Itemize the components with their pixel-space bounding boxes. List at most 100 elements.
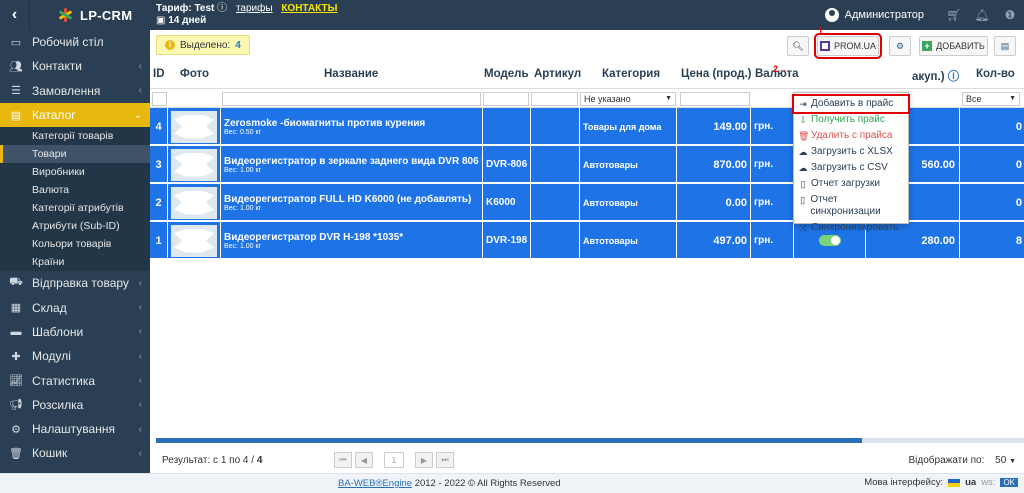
menu-item-label: Загрузить с XLSX xyxy=(811,146,893,157)
result-total: 4 xyxy=(256,455,263,466)
col-qty[interactable]: Кол-во xyxy=(976,68,1015,80)
language-code[interactable]: ua xyxy=(965,477,976,488)
info-icon[interactable]: ⓘ xyxy=(217,3,227,14)
sidebar-subitem-attributes[interactable]: Атрибути (Sub-ID) xyxy=(0,217,150,236)
filter-qty[interactable]: Все ▼ xyxy=(962,92,1020,106)
sidebar-subitem-currency[interactable]: Валюта xyxy=(0,181,150,200)
col-name[interactable]: Название xyxy=(324,68,378,80)
row-photo[interactable] xyxy=(168,222,221,259)
filter-model[interactable] xyxy=(483,92,529,106)
info-icon: i xyxy=(165,40,175,50)
brand-link[interactable]: BA-WEB®Engine xyxy=(338,478,412,489)
sidebar-item-catalog[interactable]: ▤ Каталог ⌄ xyxy=(0,102,150,128)
sidebar-item-label: Каталог xyxy=(32,108,76,123)
sidebar-subitem-products[interactable]: Товари xyxy=(0,145,150,164)
col-buy-price[interactable]: акуп.) ⓘ xyxy=(912,68,959,84)
row-qty: 0 xyxy=(1015,196,1022,209)
cart-icon[interactable]: 🛒︎ xyxy=(940,8,968,22)
product-weight: Вес: 1.00 кг xyxy=(224,242,262,250)
add-button[interactable]: + ДОБАВИТЬ xyxy=(919,36,988,56)
settings-button[interactable]: ⚙ xyxy=(889,36,911,56)
row-name[interactable]: Видеорегистратор DVR H-198 *1035* Вес: 1.… xyxy=(221,222,483,259)
filter-article[interactable] xyxy=(531,92,578,106)
prom-ua-button[interactable]: PROM.UA xyxy=(814,33,882,59)
col-article[interactable]: Артикул xyxy=(534,68,581,80)
next-page-button[interactable]: ▶ xyxy=(415,452,433,468)
row-name[interactable]: Zerosmoke -биомагниты против курения Вес:… xyxy=(221,108,483,145)
row-photo[interactable] xyxy=(168,108,221,145)
sidebar-item-warehouse[interactable]: ▦ Склад ‹ xyxy=(0,295,150,319)
chevron-left-icon: ‹ xyxy=(138,85,142,97)
col-photo[interactable]: Фото xyxy=(180,68,209,80)
menu-item-synchronize[interactable]: ⤨ Синхронизировать xyxy=(794,220,908,236)
row-article xyxy=(531,222,580,259)
sidebar-item-desktop[interactable]: ▭ Робочий стіл xyxy=(0,30,150,54)
filter-price[interactable] xyxy=(680,92,750,106)
back-button[interactable]: ‹ xyxy=(0,0,30,30)
scrollbar-thumb[interactable] xyxy=(156,438,862,443)
export-button[interactable]: ▤ xyxy=(994,36,1016,56)
sync-toggle[interactable] xyxy=(818,235,841,246)
col-id[interactable]: ID xyxy=(153,68,165,80)
sidebar-subitem-colors[interactable]: Кольори товарів xyxy=(0,235,150,254)
search-button[interactable]: 🔍︎ xyxy=(787,36,809,56)
first-page-button[interactable]: ⏮ xyxy=(334,452,352,468)
menu-item-upload-report[interactable]: ▯ Отчет загрузки xyxy=(794,176,908,192)
tariffs-link[interactable]: тарифы xyxy=(236,3,273,14)
prom-logo-icon xyxy=(819,41,830,51)
sidebar-subitem-countries[interactable]: Країни xyxy=(0,253,150,272)
sidebar-item-label: Шаблони xyxy=(32,324,84,339)
col-category[interactable]: Категория xyxy=(602,68,660,80)
document-icon: ▤ xyxy=(1000,40,1010,51)
menu-item-label: Отчет загрузки xyxy=(811,178,880,189)
sidebar-item-trash[interactable]: 🗑︎ Кошик ‹ xyxy=(0,441,150,465)
chevron-left-icon: ‹ xyxy=(138,399,142,411)
col-price[interactable]: Цена (прод.) xyxy=(681,68,751,80)
prev-page-button[interactable]: ◀ xyxy=(355,452,373,468)
logo[interactable]: LP-CRM xyxy=(58,0,132,30)
menu-item-upload-xlsx[interactable]: ☁ Загрузить с XLSX xyxy=(794,144,908,160)
filter-category[interactable]: Не указано ▼ xyxy=(580,92,676,106)
sidebar-subitem-categories[interactable]: Категорії товарів xyxy=(0,127,150,146)
menu-item-label: Получить прайс xyxy=(811,114,885,125)
row-name[interactable]: Видеорегистратор FULL HD K6000 (не добав… xyxy=(221,184,483,221)
menu-item-sync-report[interactable]: ▯ Отчет синхронизации xyxy=(794,192,908,220)
ukraine-flag-icon[interactable] xyxy=(948,478,961,487)
user-menu[interactable]: Администратор xyxy=(824,8,924,22)
sidebar-item-orders[interactable]: ☰ Замовлення ‹ xyxy=(0,79,150,103)
row-photo[interactable] xyxy=(168,146,221,183)
col-model[interactable]: Модель xyxy=(484,68,529,80)
page-number-input[interactable]: 1 xyxy=(384,452,404,468)
last-page-button[interactable]: ⏭ xyxy=(436,452,454,468)
bell-icon[interactable]: 🔔︎ xyxy=(968,8,996,22)
sidebar-subitem-attr-categories[interactable]: Категорії атрибутів xyxy=(0,199,150,218)
warehouse-icon: ▦ xyxy=(10,302,22,315)
row-photo[interactable] xyxy=(168,184,221,221)
row-id: 2 xyxy=(150,184,168,221)
horizontal-scrollbar[interactable] xyxy=(156,438,1024,443)
sidebar-item-statistics[interactable]: 📈︎ Статистика ‹ xyxy=(0,368,150,392)
sidebar-item-contacts[interactable]: 👥︎ Контакти ‹ xyxy=(0,54,150,78)
info-circle-icon[interactable]: ❶ xyxy=(996,8,1024,22)
page-size-select[interactable]: 50 xyxy=(995,455,1006,466)
row-name[interactable]: Видеорегистратор в зеркале заднего вида … xyxy=(221,146,483,183)
sidebar-item-shipping[interactable]: ⛟ Відправка товару ‹ xyxy=(0,271,150,295)
row-price: 149.00 xyxy=(677,108,751,145)
row-price: 497.00 xyxy=(677,222,751,259)
menu-item-add-to-price[interactable]: ⇥ Добавить в прайс xyxy=(792,94,910,114)
sidebar-item-modules[interactable]: ✚ Модулі ‹ xyxy=(0,344,150,368)
menu-item-get-price[interactable]: ⇩ Получить прайс xyxy=(794,112,908,128)
ws-label: ws: xyxy=(981,477,996,488)
info-icon[interactable]: ⓘ xyxy=(948,71,960,83)
product-name: Видеорегистратор в зеркале заднего вида … xyxy=(224,155,483,167)
sidebar-item-templates[interactable]: ▬ Шаблони ‹ xyxy=(0,320,150,344)
filter-name[interactable] xyxy=(222,92,481,106)
filter-id[interactable] xyxy=(152,92,167,106)
contacts-link[interactable]: КОНТАКТЫ xyxy=(281,3,337,14)
menu-item-delete-from-price[interactable]: 🗑︎ Удалить с прайса xyxy=(794,128,908,144)
sidebar-item-settings[interactable]: ⚙ Налаштування ‹ xyxy=(0,417,150,441)
sidebar-item-mailing[interactable]: 📢︎ Розсилка ‹ xyxy=(0,393,150,417)
sidebar-item-label: Контакти xyxy=(32,59,82,74)
sidebar-subitem-manufacturers[interactable]: Виробники xyxy=(0,163,150,182)
menu-item-upload-csv[interactable]: ☁ Загрузить с CSV xyxy=(794,160,908,176)
